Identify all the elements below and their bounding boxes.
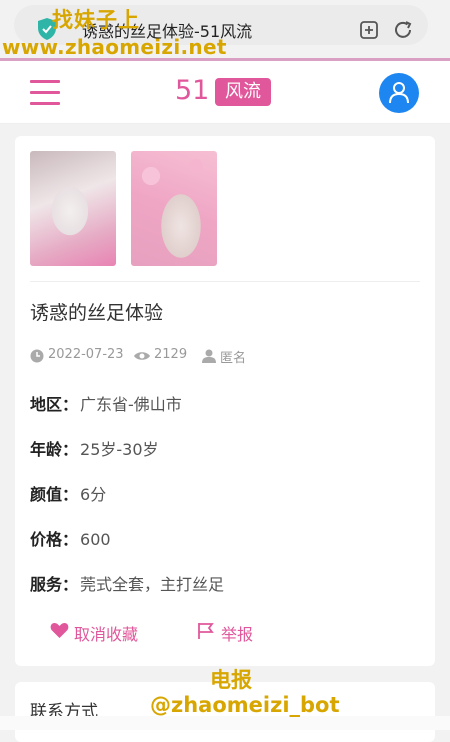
logo-number[interactable]: 51 [175,75,209,106]
watermark-site-name: 找妹子上 [52,8,140,32]
person-icon [202,349,216,363]
field-value: 6分 [80,485,107,504]
divider [30,281,420,282]
report-button[interactable]: 举报 [197,621,267,644]
refresh-icon[interactable] [392,19,414,41]
watermark-telegram-handle: @zhaomeizi_bot [150,693,340,717]
field-label: 年龄： [30,440,79,459]
eye-icon [134,352,150,360]
post-title: 诱惑的丝足体验 [30,302,164,324]
post-author: 匿名 [220,351,247,366]
field-age: 年龄： 25岁-30岁 [30,436,159,460]
field-label: 服务： [30,575,79,594]
field-service: 服务： 莞式全套，主打丝足 [30,571,224,595]
unfavorite-button[interactable]: 取消收藏 [50,621,150,644]
post-photo-2[interactable] [131,151,217,266]
field-value: 25岁-30岁 [80,440,159,459]
system-nav-bar [0,716,450,730]
post-photo-1[interactable] [30,151,116,266]
post-views: 2129 [154,347,188,362]
heart-icon [50,623,69,638]
clock-icon [30,349,44,363]
report-label: 举报 [221,625,254,644]
logo-badge[interactable]: 风流 [215,78,271,106]
field-value: 广东省-佛山市 [80,395,182,414]
watermark-site-url: www.zhaomeizi.net [2,35,227,59]
unfavorite-label: 取消收藏 [74,625,139,644]
field-value: 600 [80,530,111,549]
field-price: 价格： 600 [30,526,111,550]
flag-icon [198,623,214,639]
field-label: 颜值： [30,485,79,504]
browser-toolbar: 诱惑的丝足体验-51风流 找妹子上 www.zhaomeizi.net [0,0,450,59]
site-header: 51 风流 [0,58,450,124]
add-tab-icon[interactable] [358,19,380,41]
field-region: 地区： 广东省-佛山市 [30,391,182,415]
user-button[interactable] [379,73,419,113]
menu-icon[interactable] [30,80,60,106]
watermark-telegram-label: 电报 [210,668,252,692]
field-looks: 颜值： 6分 [30,481,106,505]
post-card: 诱惑的丝足体验 2022-07-23 2129 匿名 地区： 广东省-佛山市 年… [15,136,435,666]
field-value: 莞式全套，主打丝足 [80,575,225,594]
field-label: 地区： [30,395,79,414]
user-icon [389,82,409,104]
post-date: 2022-07-23 [48,347,124,362]
field-label: 价格： [30,530,79,549]
